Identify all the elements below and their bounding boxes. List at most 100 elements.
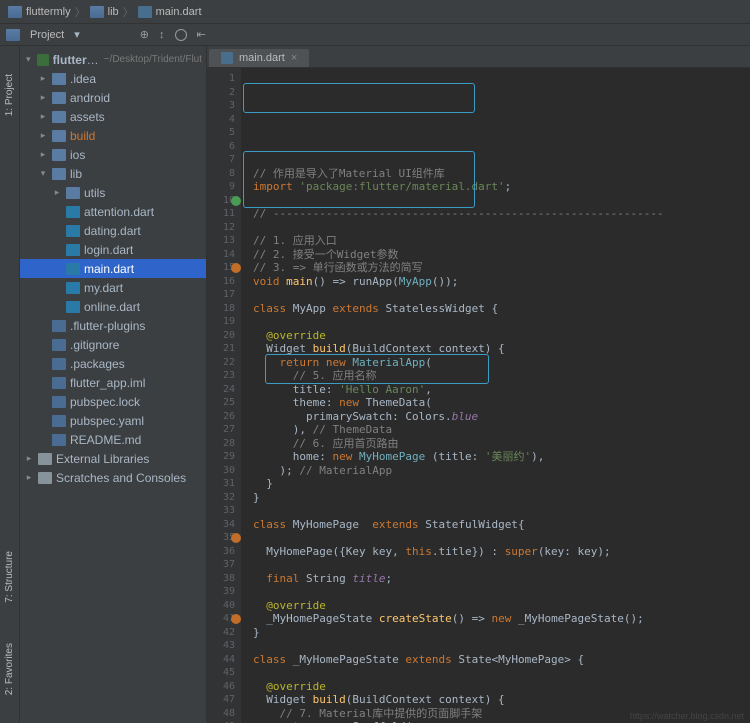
dart-file-icon	[66, 225, 80, 237]
breadcrumb-file[interactable]: main.dart	[156, 6, 202, 18]
code-line[interactable]: }	[249, 491, 750, 505]
code-line[interactable]: // 3. => 单行函数或方法的简写	[249, 261, 750, 275]
tree-item--packages[interactable]: .packages	[20, 354, 206, 373]
gear-icon[interactable]	[175, 29, 187, 41]
code-line[interactable]	[249, 153, 750, 167]
code-line[interactable]: }	[249, 626, 750, 640]
code-line[interactable]: Widget build(BuildContext context) {	[249, 342, 750, 356]
code-line[interactable]: @override	[249, 329, 750, 343]
folder-icon	[52, 149, 66, 161]
code-line[interactable]: title: 'Hello Aaron',	[249, 383, 750, 397]
code-line[interactable]: @override	[249, 680, 750, 694]
code-line[interactable]	[249, 531, 750, 545]
tree-item-README-md[interactable]: README.md	[20, 430, 206, 449]
tree-item-online-dart[interactable]: online.dart	[20, 297, 206, 316]
tree-item-assets[interactable]: assets	[20, 107, 206, 126]
chevron-icon	[38, 149, 48, 160]
code-line[interactable]: class MyHomePage extends StatefulWidget{	[249, 518, 750, 532]
chevron-icon	[38, 168, 48, 179]
caret-down-icon[interactable]: ▾	[74, 28, 80, 41]
collapse-icon[interactable]: ⇤	[197, 28, 206, 41]
tab-main-dart[interactable]: main.dart ×	[209, 49, 309, 67]
code-line[interactable]: // 作用是导入了Material UI组件库	[249, 167, 750, 181]
code-line[interactable]: import 'package:flutter/material.dart';	[249, 180, 750, 194]
dart-file-icon	[66, 244, 80, 256]
tree-item--flutter-plugins[interactable]: .flutter-plugins	[20, 316, 206, 335]
code-line[interactable]: }	[249, 477, 750, 491]
code-line[interactable]: // 2. 接受一个Widget参数	[249, 248, 750, 262]
sort-icon[interactable]: ↕	[159, 29, 165, 41]
tree-item-pubspec-yaml[interactable]: pubspec.yaml	[20, 411, 206, 430]
tree-item-lib[interactable]: lib	[20, 164, 206, 183]
code-line[interactable]: Widget build(BuildContext context) {	[249, 693, 750, 707]
code-line[interactable]: home: new MyHomePage (title: '美丽约'),	[249, 450, 750, 464]
tree-item-android[interactable]: android	[20, 88, 206, 107]
file-icon	[52, 377, 66, 389]
tree-item-utils[interactable]: utils	[20, 183, 206, 202]
tool-project[interactable]: 1: Project	[4, 74, 15, 116]
tree-item-pubspec-lock[interactable]: pubspec.lock	[20, 392, 206, 411]
file-icon	[52, 415, 66, 427]
file-icon	[52, 358, 66, 370]
code-line[interactable]	[249, 639, 750, 653]
code-line[interactable]: ); // MaterialApp	[249, 464, 750, 478]
code-line[interactable]: return new MaterialApp(	[249, 356, 750, 370]
tree-item-ios[interactable]: ios	[20, 145, 206, 164]
file-icon	[52, 320, 66, 332]
code-line[interactable]	[249, 288, 750, 302]
code-line[interactable]: // 1. 应用入口	[249, 234, 750, 248]
left-tool-strip: 1: Project 7: Structure 2: Favorites	[0, 46, 20, 723]
chevron-right-icon: 〉	[123, 4, 134, 20]
project-toolbar-label[interactable]: Project	[30, 29, 64, 41]
code-line[interactable]: _MyHomePageState createState() => new _M…	[249, 612, 750, 626]
code-line[interactable]	[249, 221, 750, 235]
folder-icon	[52, 168, 66, 180]
tree-ext_lib[interactable]: External Libraries	[20, 449, 206, 468]
tree-item-flutter_app-iml[interactable]: flutter_app.iml	[20, 373, 206, 392]
project-icon	[6, 29, 20, 41]
code-line[interactable]	[249, 194, 750, 208]
tree-root[interactable]: fluttermly~/Desktop/Trident/Flut	[20, 50, 206, 69]
code-line[interactable]	[249, 666, 750, 680]
tree-scratches[interactable]: Scratches and Consoles	[20, 468, 206, 487]
file-icon	[52, 396, 66, 408]
editor-tabs: main.dart ×	[207, 46, 750, 68]
code-line[interactable]: class _MyHomePageState extends State<MyH…	[249, 653, 750, 667]
code-line[interactable]	[249, 558, 750, 572]
tree-item-my-dart[interactable]: my.dart	[20, 278, 206, 297]
code-line[interactable]: // -------------------------------------…	[249, 207, 750, 221]
tree-item--gitignore[interactable]: .gitignore	[20, 335, 206, 354]
tree-item-dating-dart[interactable]: dating.dart	[20, 221, 206, 240]
code-line[interactable]: // 5. 应用名称	[249, 369, 750, 383]
tool-favorites[interactable]: 2: Favorites	[4, 643, 15, 695]
code-line[interactable]: void main() => runApp(MyApp());	[249, 275, 750, 289]
dart-file-icon	[221, 52, 233, 64]
code-line[interactable]: // 6. 应用首页路由	[249, 437, 750, 451]
tree-item-login-dart[interactable]: login.dart	[20, 240, 206, 259]
tree-item-main-dart[interactable]: main.dart	[20, 259, 206, 278]
dart-file-icon	[66, 206, 80, 218]
project-tree[interactable]: fluttermly~/Desktop/Trident/Flut.ideaand…	[20, 46, 207, 723]
code-line[interactable]	[249, 585, 750, 599]
chevron-icon	[38, 92, 48, 103]
tree-item-build[interactable]: build	[20, 126, 206, 145]
code-editor[interactable]: 1234567891011121314151617181920212223242…	[207, 68, 750, 723]
folder-icon	[52, 111, 66, 123]
breadcrumb-project[interactable]: fluttermly	[26, 6, 71, 18]
code-line[interactable]: final String title;	[249, 572, 750, 586]
code-line[interactable]: class MyApp extends StatelessWidget {	[249, 302, 750, 316]
code-line[interactable]	[249, 504, 750, 518]
code-line[interactable]	[249, 315, 750, 329]
close-icon[interactable]: ×	[291, 52, 297, 64]
breadcrumb-folder[interactable]: lib	[108, 6, 119, 18]
chevron-icon	[38, 111, 48, 122]
code-line[interactable]: primarySwatch: Colors.blue	[249, 410, 750, 424]
tree-item--idea[interactable]: .idea	[20, 69, 206, 88]
code-line[interactable]: MyHomePage({Key key, this.title}) : supe…	[249, 545, 750, 559]
code-line[interactable]: @override	[249, 599, 750, 613]
code-line[interactable]: ), // ThemeData	[249, 423, 750, 437]
code-line[interactable]: theme: new ThemeData(	[249, 396, 750, 410]
tree-item-attention-dart[interactable]: attention.dart	[20, 202, 206, 221]
target-icon[interactable]: ⊕	[140, 28, 149, 41]
tool-structure[interactable]: 7: Structure	[4, 551, 15, 603]
